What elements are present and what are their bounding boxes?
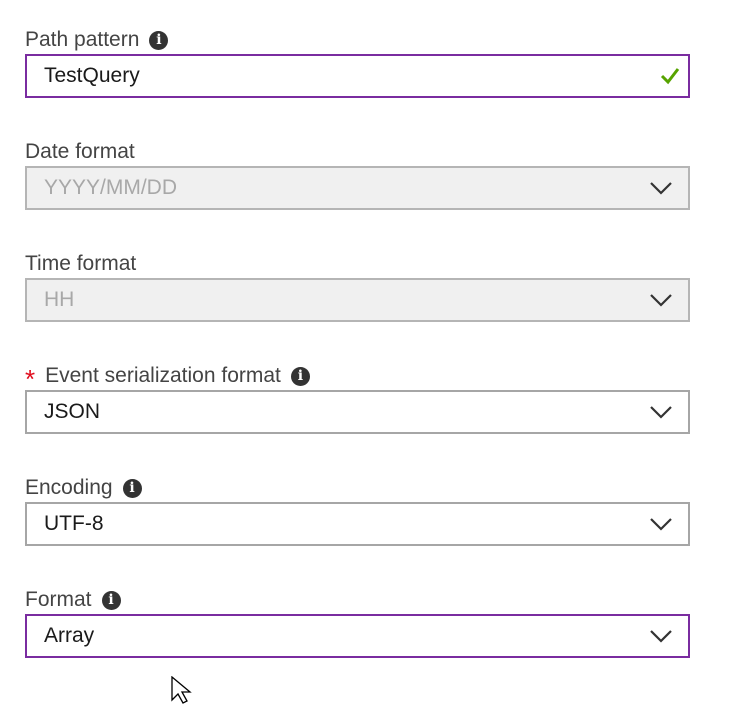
chevron-down-icon <box>650 294 672 307</box>
time-format-select[interactable]: HH <box>25 278 690 322</box>
event-serialization-field: * Event serialization format i JSON <box>25 362 690 434</box>
event-serialization-label-row: * Event serialization format i <box>25 362 690 394</box>
date-format-field: Date format YYYY/MM/DD <box>25 138 690 210</box>
encoding-label: Encoding <box>25 476 113 499</box>
date-format-value: YYYY/MM/DD <box>44 176 178 199</box>
date-format-label-row: Date format <box>25 138 690 166</box>
format-value: Array <box>44 624 95 647</box>
format-label: Format <box>25 588 92 611</box>
event-serialization-value: JSON <box>44 400 101 423</box>
time-format-label-row: Time format <box>25 250 690 278</box>
path-pattern-label-row: Path pattern i <box>25 26 690 54</box>
event-serialization-label: Event serialization format <box>45 364 281 387</box>
encoding-select[interactable]: UTF-8 <box>25 502 690 546</box>
format-select[interactable]: Array <box>25 614 690 658</box>
encoding-field: Encoding i UTF-8 <box>25 474 690 546</box>
chevron-down-icon <box>650 518 672 531</box>
chevron-down-icon <box>650 182 672 195</box>
format-label-row: Format i <box>25 586 690 614</box>
time-format-label: Time format <box>25 252 137 275</box>
date-format-label: Date format <box>25 140 135 163</box>
encoding-value: UTF-8 <box>44 512 104 535</box>
info-icon[interactable]: i <box>149 30 169 50</box>
path-pattern-input[interactable]: TestQuery <box>25 54 690 98</box>
mouse-cursor-icon <box>171 676 192 704</box>
checkmark-icon <box>660 68 680 85</box>
path-pattern-label: Path pattern <box>25 28 140 51</box>
date-format-select[interactable]: YYYY/MM/DD <box>25 166 690 210</box>
chevron-down-icon <box>650 406 672 419</box>
info-icon[interactable]: i <box>290 366 310 386</box>
time-format-value: HH <box>44 288 75 311</box>
info-icon[interactable]: i <box>101 590 121 610</box>
info-icon[interactable]: i <box>122 478 142 498</box>
format-field: Format i Array <box>25 586 690 658</box>
path-pattern-value: TestQuery <box>44 64 140 87</box>
required-marker: * <box>25 364 36 394</box>
event-serialization-select[interactable]: JSON <box>25 390 690 434</box>
path-pattern-field: Path pattern i TestQuery <box>25 26 690 98</box>
encoding-label-row: Encoding i <box>25 474 690 502</box>
chevron-down-icon <box>650 630 672 643</box>
time-format-field: Time format HH <box>25 250 690 322</box>
